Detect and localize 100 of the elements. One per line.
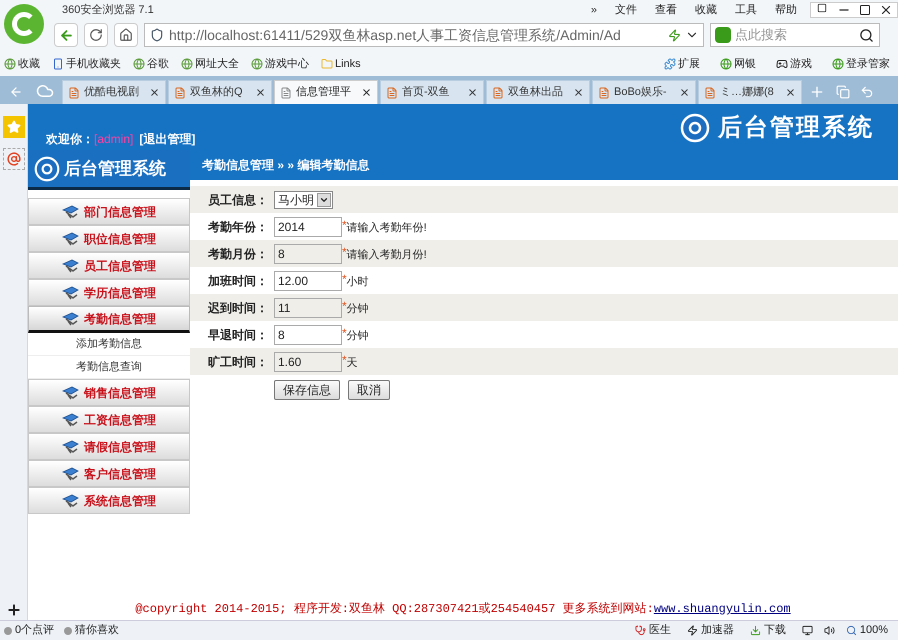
field-hint: 分钟 (346, 302, 369, 317)
status-link[interactable]: 猜你喜欢 (64, 622, 120, 639)
browser-tab[interactable]: 首页-双鱼 (380, 80, 484, 104)
at-sign-icon (6, 152, 20, 166)
page-icon (280, 86, 292, 98)
text-field[interactable]: 2014 (274, 216, 342, 236)
status-link[interactable]: 加速器 (686, 622, 734, 639)
menu-item[interactable]: 查看 (655, 2, 677, 18)
close-tab-icon[interactable] (361, 87, 372, 98)
text-field[interactable]: 1.60 (274, 352, 342, 372)
cancel-button[interactable]: 取消 (348, 380, 390, 400)
home-button[interactable] (114, 23, 138, 47)
sidebar-menu-item[interactable]: 客户信息管理 (28, 460, 190, 487)
bookmark-link[interactable]: 游戏中心 (251, 56, 309, 72)
page-icon (492, 86, 504, 98)
toolbar-link[interactable]: 扩展 (664, 56, 700, 72)
field-label: 迟到时间： (207, 300, 268, 316)
sidebar-menu-item[interactable]: 部门信息管理 (28, 198, 190, 225)
close-tab-icon[interactable] (573, 87, 584, 98)
browser-tab[interactable]: ミ…娜娜(8 (698, 80, 802, 104)
browser-tab[interactable]: 双鱼林出品 (486, 80, 590, 104)
star-icon (6, 120, 20, 134)
sidebar-toggle-icon[interactable] (9, 85, 23, 99)
field-label: 员工信息： (207, 192, 268, 208)
sidebar-menu-item[interactable]: 请假信息管理 (28, 433, 190, 460)
save-button[interactable]: 保存信息 (274, 380, 340, 400)
menu-item[interactable]: 帮助 (775, 2, 797, 18)
close-tab-icon[interactable] (255, 87, 266, 98)
globe-icon (832, 58, 844, 70)
globe-icon (133, 58, 145, 70)
add-icon[interactable] (6, 602, 22, 618)
address-field[interactable]: http://localhost:61411/529双鱼林asp.net人事工资信息管理系统/Admin/Ad (144, 23, 704, 47)
required-mark: * (342, 325, 347, 340)
sidebar-menu-item[interactable]: 系统信息管理 (28, 487, 190, 514)
window-title: 360安全浏览器 7.1 (62, 2, 154, 18)
text-field[interactable]: 8 (274, 244, 342, 264)
browser-tab[interactable]: 优酷电视剧 (62, 80, 166, 104)
close-tab-icon[interactable] (679, 87, 690, 98)
logo-icon (34, 156, 60, 182)
page-icon (174, 86, 186, 98)
bookmark-link[interactable]: 网址大全 (181, 56, 239, 72)
required-mark: * (342, 217, 347, 232)
browser-tab[interactable]: BoBo娱乐- (592, 80, 696, 104)
welcome-label: 欢迎你： (46, 131, 94, 148)
browser-tab[interactable]: 信息管理平 (274, 80, 378, 104)
page-icon (704, 86, 716, 98)
sidebar-menu-item[interactable]: 工资信息管理 (28, 406, 190, 433)
status-link[interactable]: 下载 (750, 622, 786, 639)
sidebar-menu-item[interactable]: 考勤信息管理 (28, 306, 190, 333)
toolbar-link[interactable]: 游戏 (776, 56, 812, 72)
search-field[interactable]: 点此搜索 (735, 25, 854, 45)
text-field[interactable]: 11 (274, 298, 342, 318)
bookmark-link[interactable]: Links (321, 56, 361, 72)
search-bar[interactable]: 点此搜索 (710, 23, 880, 47)
bookmark-link[interactable]: 收藏 (4, 56, 40, 72)
bookmark-link[interactable]: 谷歌 (133, 56, 169, 72)
menu-item[interactable]: 工具 (735, 2, 757, 18)
field-label: 考勤月份： (207, 246, 268, 262)
field-hint: 请输入考勤年份! (346, 220, 427, 236)
bookmark-link[interactable]: 手机收藏夹 (52, 56, 121, 72)
logout-link[interactable]: [退出管理] (139, 130, 196, 148)
system-logo-text: 后台管理系统 (718, 113, 874, 143)
volume-icon[interactable] (824, 625, 835, 636)
toolbar-link[interactable]: 网银 (720, 56, 756, 72)
required-mark: * (342, 298, 347, 313)
close-tab-icon[interactable] (785, 87, 796, 98)
maximize-icon[interactable] (859, 4, 871, 16)
stethoscope-icon (634, 625, 646, 636)
shield-icon (150, 28, 164, 42)
lightning-icon (686, 625, 698, 636)
menu-item[interactable]: 文件 (615, 2, 637, 18)
menu-item[interactable]: 收藏 (695, 2, 717, 18)
monitor-icon[interactable] (802, 625, 813, 636)
close-tab-icon[interactable] (149, 87, 160, 98)
text-field[interactable]: 12.00 (274, 270, 342, 290)
sidebar-menu-item[interactable]: 员工信息管理 (28, 252, 190, 279)
mail-button[interactable] (2, 148, 24, 170)
status-link[interactable]: 100% (802, 622, 888, 639)
search-icon[interactable] (859, 28, 874, 42)
back-button[interactable] (54, 23, 78, 47)
lightning-icon (668, 28, 681, 42)
toolbar-link[interactable]: 登录管家 (832, 56, 890, 72)
status-link[interactable]: 0个点评 (4, 622, 54, 639)
refresh-button[interactable] (84, 23, 108, 47)
sidebar-menu-item[interactable]: 销售信息管理 (28, 379, 190, 406)
close-tab-icon[interactable] (467, 87, 478, 98)
employee-select[interactable]: 马小明 (274, 190, 333, 208)
menu-item[interactable]: » (590, 2, 597, 18)
status-link[interactable]: 医生 (634, 622, 671, 639)
field-label: 加班时间： (206, 272, 268, 290)
required-mark: * (342, 352, 347, 369)
website-link[interactable]: www.shuangyulin.com (654, 600, 791, 618)
sidebar-menu-item[interactable]: 学历信息管理 (28, 279, 190, 306)
text-field[interactable]: 8 (274, 324, 342, 344)
sidebar-menu-item[interactable]: 职位信息管理 (28, 225, 190, 252)
browser-tab[interactable]: 双鱼林的Q (168, 80, 272, 104)
close-icon[interactable] (879, 3, 893, 17)
copyright-text: @copyright 2014-2015; 程序开发:双鱼林 QQ:287307421或254540457 更多系统到网站: (135, 601, 654, 618)
dropdown-icon (317, 192, 331, 206)
required-mark: * (342, 244, 347, 259)
